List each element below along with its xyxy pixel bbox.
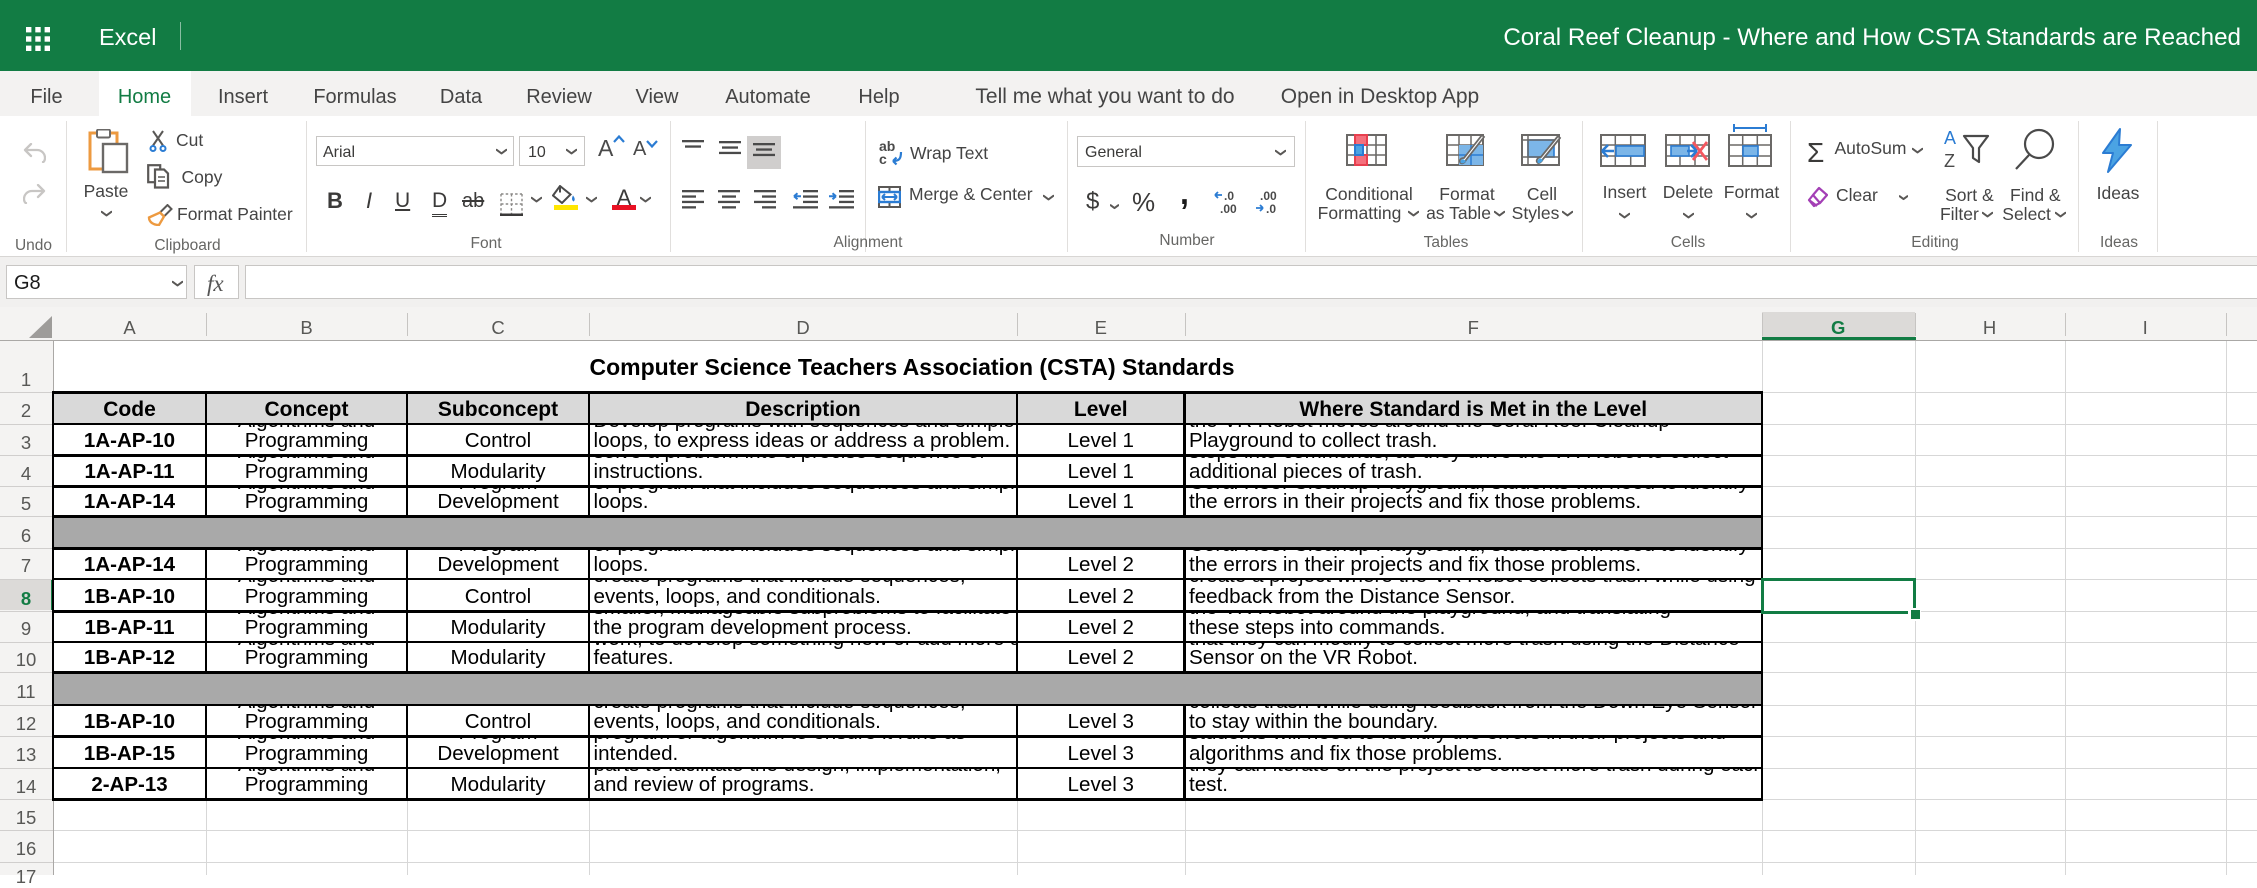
- svg-text:.0: .0: [1266, 202, 1276, 214]
- svg-text:c: c: [879, 151, 887, 166]
- svg-text:Z: Z: [1944, 151, 1955, 171]
- svg-text:A: A: [1944, 128, 1956, 148]
- svg-text:.00: .00: [1220, 202, 1237, 214]
